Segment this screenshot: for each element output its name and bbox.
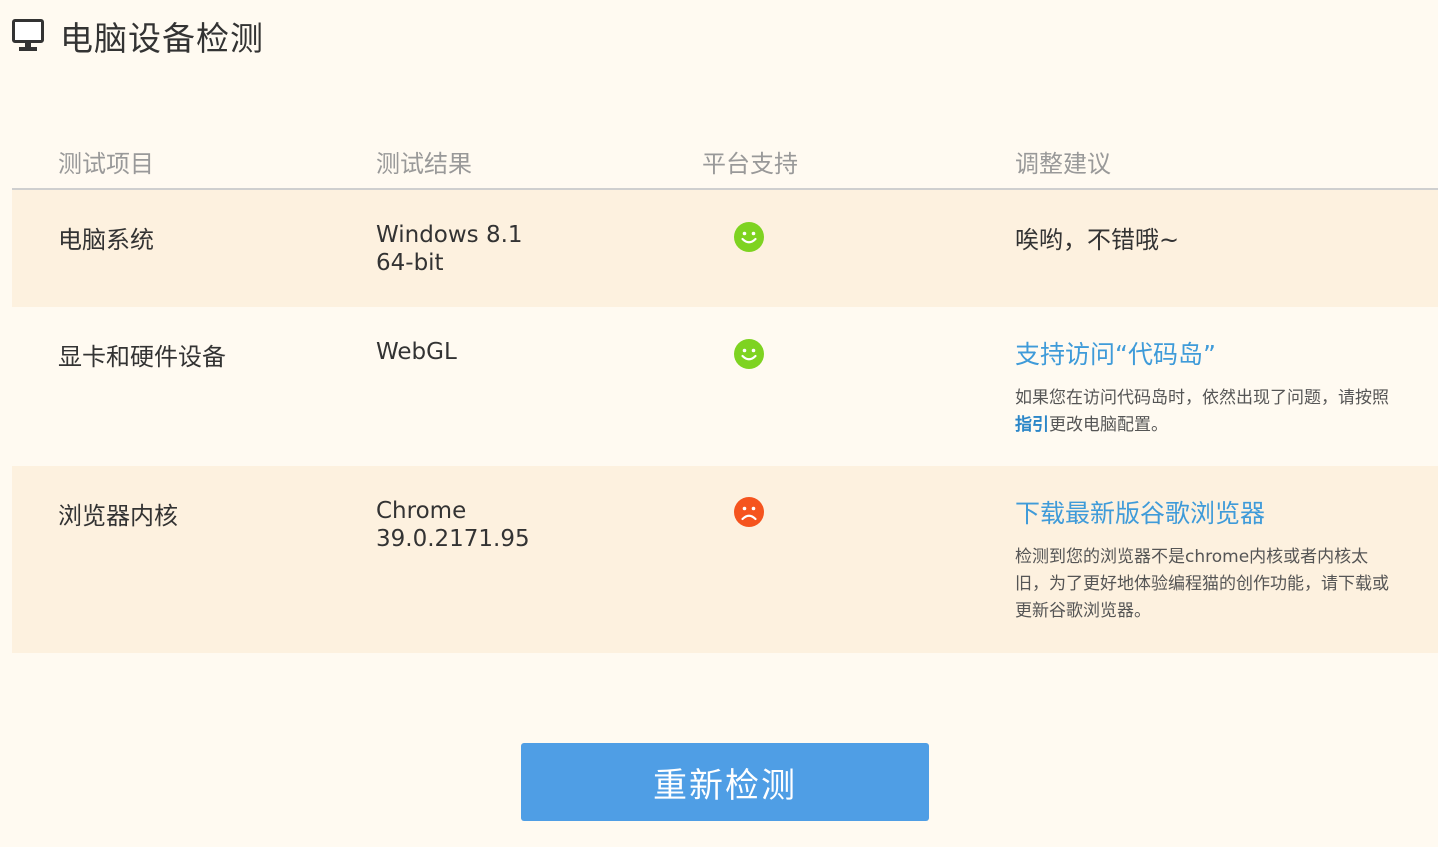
row-item-label: 电脑系统 (58, 226, 154, 254)
table-row-os: 电脑系统 Windows 8.1 64-bit 唉哟，不错哦~ (12, 190, 1438, 307)
row-advice-text: 唉哟，不错哦~ (1015, 226, 1180, 254)
row-result-value: Chrome 39.0.2171.95 (376, 498, 530, 552)
guide-link[interactable]: 指引 (1015, 415, 1049, 435)
header-platform-support: 平台支持 (702, 150, 798, 178)
row-advice: 下载最新版谷歌浏览器 检测到您的浏览器不是chrome内核或者内核太旧，为了更好… (1015, 494, 1400, 625)
smile-icon (734, 339, 764, 369)
row-item-label: 浏览器内核 (58, 502, 178, 530)
row-item-label: 显卡和硬件设备 (58, 343, 226, 371)
table-header: 测试项目 测试结果 平台支持 调整建议 (12, 128, 1438, 190)
header-advice: 调整建议 (1015, 150, 1111, 178)
recheck-button[interactable]: 重新检测 (521, 743, 929, 821)
device-check-table: 测试项目 测试结果 平台支持 调整建议 电脑系统 Windows 8.1 64-… (12, 128, 1438, 653)
desc-text-after: 更改电脑配置。 (1049, 415, 1168, 435)
page-title: 电脑设备检测 (60, 19, 264, 58)
header-test-result: 测试结果 (376, 150, 472, 178)
sad-icon (734, 497, 764, 527)
download-chrome-link[interactable]: 下载最新版谷歌浏览器 (1015, 494, 1400, 530)
row-advice: 支持访问“代码岛” 如果您在访问代码岛时，依然出现了问题，请按照指引更改电脑配置… (1015, 335, 1400, 439)
access-codeisland-link[interactable]: 支持访问“代码岛” (1015, 335, 1400, 371)
row-advice-desc: 检测到您的浏览器不是chrome内核或者内核太旧，为了更好地体验编程猫的创作功能… (1015, 547, 1389, 621)
row-result-value: WebGL (376, 339, 457, 365)
smile-icon (734, 222, 764, 252)
desc-text-before: 如果您在访问代码岛时，依然出现了问题，请按照 (1015, 388, 1389, 408)
monitor-icon (12, 19, 44, 51)
table-row-browser: 浏览器内核 Chrome 39.0.2171.95 下载最新版谷歌浏览器 检测到… (12, 466, 1438, 653)
row-advice-desc: 如果您在访问代码岛时，依然出现了问题，请按照指引更改电脑配置。 (1015, 385, 1400, 439)
page-header: 电脑设备检测 (12, 14, 264, 58)
table-row-graphics: 显卡和硬件设备 WebGL 支持访问“代码岛” 如果您在访问代码岛时，依然出现了… (12, 307, 1438, 466)
header-test-item: 测试项目 (58, 150, 154, 178)
row-result-value: Windows 8.1 64-bit (376, 222, 523, 276)
